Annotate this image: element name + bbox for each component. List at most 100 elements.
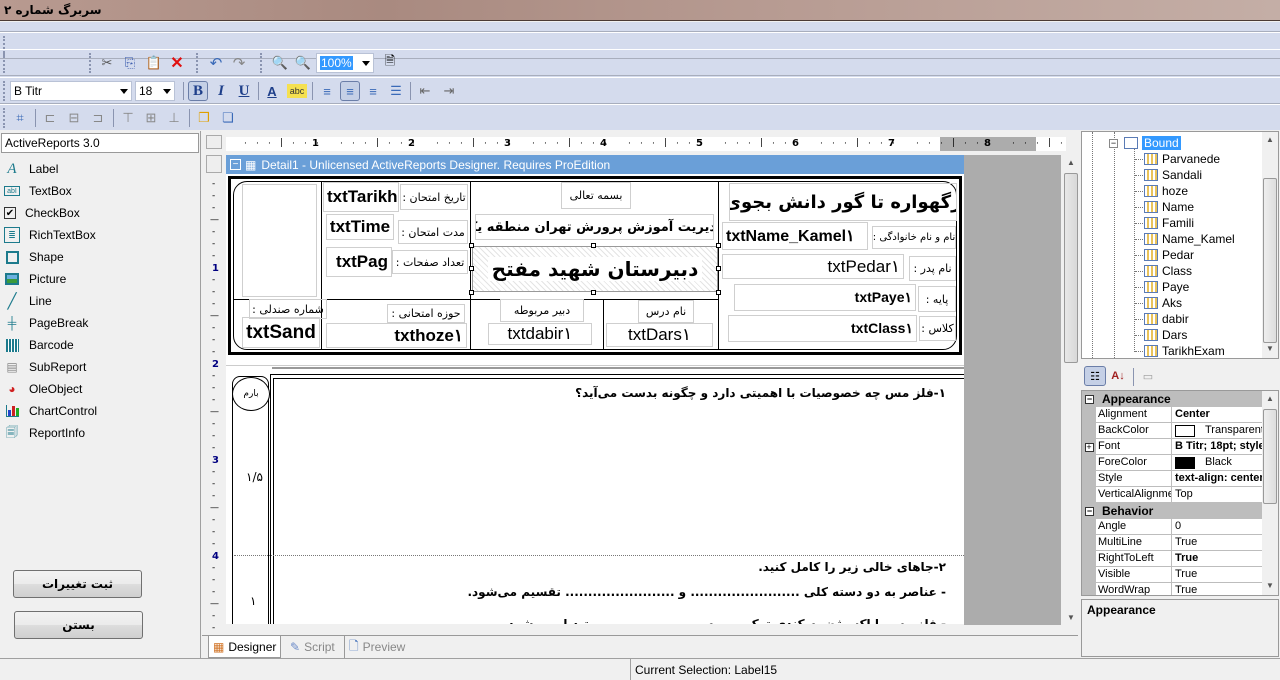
exam-time-label[interactable]: مدت امتحان : xyxy=(398,220,468,244)
class-label[interactable]: کلاس : xyxy=(919,316,956,341)
delete-icon[interactable]: ✕ xyxy=(167,53,187,73)
toolbox-header[interactable]: ActiveReports 3.0 xyxy=(1,133,199,153)
resize-handle[interactable] xyxy=(469,243,474,248)
align-center-icon[interactable]: ≡ xyxy=(340,81,360,101)
property-value[interactable]: True xyxy=(1172,567,1264,583)
property-row[interactable]: Alignment Center xyxy=(1082,407,1264,423)
property-row[interactable]: VerticalAlignmentTop xyxy=(1082,487,1264,503)
outdent-icon[interactable]: ⇤ xyxy=(415,81,435,101)
toolbar-grip[interactable] xyxy=(260,53,263,73)
align-justify-icon[interactable]: ☰ xyxy=(386,81,406,101)
send-to-back-icon[interactable]: ❏ xyxy=(218,108,238,128)
toolbar-grip[interactable] xyxy=(196,53,199,73)
bold-button[interactable]: B xyxy=(188,81,208,101)
horizontal-ruler[interactable]: 1 2 3 4 5 6 7 8 · · · | · · · · · · | · · · · · · | · · · · · ·… xyxy=(226,137,1066,151)
chevron-down-icon[interactable] xyxy=(163,89,171,94)
vertical-ruler[interactable]: 1 2 3 4 - - - — - - - - - - — - - - - - - — - - - - - - — - - - - - - —… xyxy=(206,173,224,645)
resize-handle[interactable] xyxy=(716,266,721,271)
property-value[interactable]: 0 xyxy=(1172,519,1264,535)
question-2-line-2[interactable]: - فلز مس با اکسیژن به کندی ترکیب و به ..… xyxy=(286,617,946,624)
scroll-up-icon[interactable]: ▲ xyxy=(1266,394,1274,403)
property-row[interactable]: +FontB Titr; 18pt; style=Bold xyxy=(1082,439,1264,455)
chevron-down-icon[interactable] xyxy=(120,89,128,94)
tree-item-field[interactable]: dabir xyxy=(1144,311,1189,327)
font-color-icon[interactable]: A xyxy=(262,81,282,101)
resize-handle[interactable] xyxy=(591,290,596,295)
scroll-thumb[interactable] xyxy=(1064,173,1078,363)
resize-handle[interactable] xyxy=(716,290,721,295)
redo-icon[interactable]: ↷ xyxy=(229,53,249,73)
pages-label[interactable]: تعداد صفحات : xyxy=(392,250,468,274)
property-value[interactable]: True xyxy=(1172,551,1264,567)
property-category[interactable]: − Behavior xyxy=(1082,503,1264,519)
font-name-combo[interactable]: B Titr xyxy=(10,81,132,101)
property-row[interactable]: MultiLine True xyxy=(1082,535,1264,551)
font-size-combo[interactable]: 18 xyxy=(135,81,175,101)
toolbox-item-subreport[interactable]: ▤ SubReport xyxy=(0,356,198,378)
indent-icon[interactable]: ⇥ xyxy=(439,81,459,101)
father-name-label[interactable]: نام پدر : xyxy=(909,256,956,281)
toolbox-item-reportinfo[interactable]: 🗐 ReportInfo xyxy=(0,422,198,444)
txt-tarikh-field[interactable]: txtTarikh xyxy=(323,182,399,212)
property-scrollbar[interactable]: ▲ ▼ xyxy=(1262,391,1278,595)
tree-item-field[interactable]: Name xyxy=(1144,199,1194,215)
tree-item-field[interactable]: Parvanede xyxy=(1144,151,1220,167)
scroll-down-icon[interactable]: ▼ xyxy=(1266,344,1274,353)
tree-item-field[interactable]: TarikhExam xyxy=(1144,343,1225,358)
scroll-thumb[interactable] xyxy=(1263,178,1277,343)
tree-item-field[interactable]: Name_Kamel xyxy=(1144,231,1235,247)
zoom-combo[interactable]: 100% xyxy=(316,53,374,73)
align-left-icon[interactable]: ≡ xyxy=(317,81,337,101)
highlight-color-icon[interactable]: abc xyxy=(287,84,307,98)
teacher-label[interactable]: دبیر مربوطه xyxy=(500,299,584,322)
tree-scrollbar[interactable]: ▲ ▼ xyxy=(1262,132,1278,358)
seat-number-label[interactable]: شماره صندلی : xyxy=(249,299,327,319)
scroll-down-icon[interactable]: ▼ xyxy=(1266,581,1274,590)
expand-icon[interactable]: + xyxy=(1084,442,1094,452)
toolbox-item-chartcontrol[interactable]: ChartControl xyxy=(0,400,198,422)
align-lefts-icon[interactable]: ⊏ xyxy=(40,108,60,128)
tree-item-field[interactable]: Pedar xyxy=(1144,247,1194,263)
chevron-down-icon[interactable] xyxy=(362,61,370,66)
toolbar-grip[interactable] xyxy=(3,81,6,101)
align-bottoms-icon[interactable]: ⊥ xyxy=(164,108,184,128)
toolbar-grip[interactable] xyxy=(3,53,6,73)
txt-hoze-field[interactable]: txthoze۱ xyxy=(326,323,467,348)
question-2[interactable]: ۲-جاهای خالی زیر را کامل کنید. xyxy=(286,560,946,574)
scroll-up-icon[interactable]: ▲ xyxy=(1067,158,1075,167)
collapse-icon[interactable]: − xyxy=(1109,138,1118,148)
scroll-down-icon[interactable]: ▼ xyxy=(1067,613,1075,622)
toolbar-grip[interactable] xyxy=(3,108,6,128)
sort-alpha-icon[interactable]: A↓ xyxy=(1107,366,1129,386)
toolbox-item-line[interactable]: ╱ Line xyxy=(0,290,198,312)
question-1[interactable]: ۱-فلز مس چه خصوصیات با اهمیتی دارد و چگو… xyxy=(286,386,946,400)
txt-dars-field[interactable]: txtDars۱ xyxy=(606,323,713,347)
tree-item-bound[interactable]: − Bound xyxy=(1109,135,1181,151)
property-row[interactable]: Style text-align: center xyxy=(1082,471,1264,487)
toolbox-item-picture[interactable]: Picture xyxy=(0,268,198,290)
toolbox-item-textbox[interactable]: abI TextBox xyxy=(0,180,198,202)
property-category[interactable]: − Appearance xyxy=(1082,391,1264,407)
property-value[interactable]: B Titr; 18pt; style=Bold xyxy=(1172,439,1264,455)
property-value[interactable]: True xyxy=(1172,583,1264,595)
property-row[interactable]: ForeColor Black xyxy=(1082,455,1264,471)
zoom-out-icon[interactable]: 🔍 xyxy=(270,53,290,73)
tree-item-field[interactable]: Famili xyxy=(1144,215,1194,231)
close-button[interactable]: بستن xyxy=(14,611,143,639)
property-row[interactable]: RightToLeft True xyxy=(1082,551,1264,567)
toolbar-grip[interactable] xyxy=(89,53,92,73)
toolbox-item-barcode[interactable]: Barcode xyxy=(0,334,198,356)
align-rights-icon[interactable]: ⊐ xyxy=(88,108,108,128)
exam-date-label[interactable]: تاریخ امتحان : xyxy=(400,184,468,210)
property-value[interactable]: Transparent xyxy=(1172,423,1264,439)
resize-handle[interactable] xyxy=(716,243,721,248)
tree-item-field[interactable]: hoze xyxy=(1144,183,1188,199)
txt-paye-field[interactable]: txtPaye۱ xyxy=(734,284,916,311)
tab-preview[interactable]: 🗋 Preview xyxy=(344,636,409,658)
page-setup-icon[interactable]: 🗎 xyxy=(380,53,400,73)
snap-grid-icon[interactable]: ⌗ xyxy=(10,108,30,128)
score-header[interactable]: بارم xyxy=(232,377,270,411)
resize-handle[interactable] xyxy=(469,290,474,295)
question-2-line-1[interactable]: - عناصر به دو دسته کلی .................… xyxy=(286,585,946,599)
txt-name-kamel-field[interactable]: txtName_Kamel۱ xyxy=(722,222,868,250)
